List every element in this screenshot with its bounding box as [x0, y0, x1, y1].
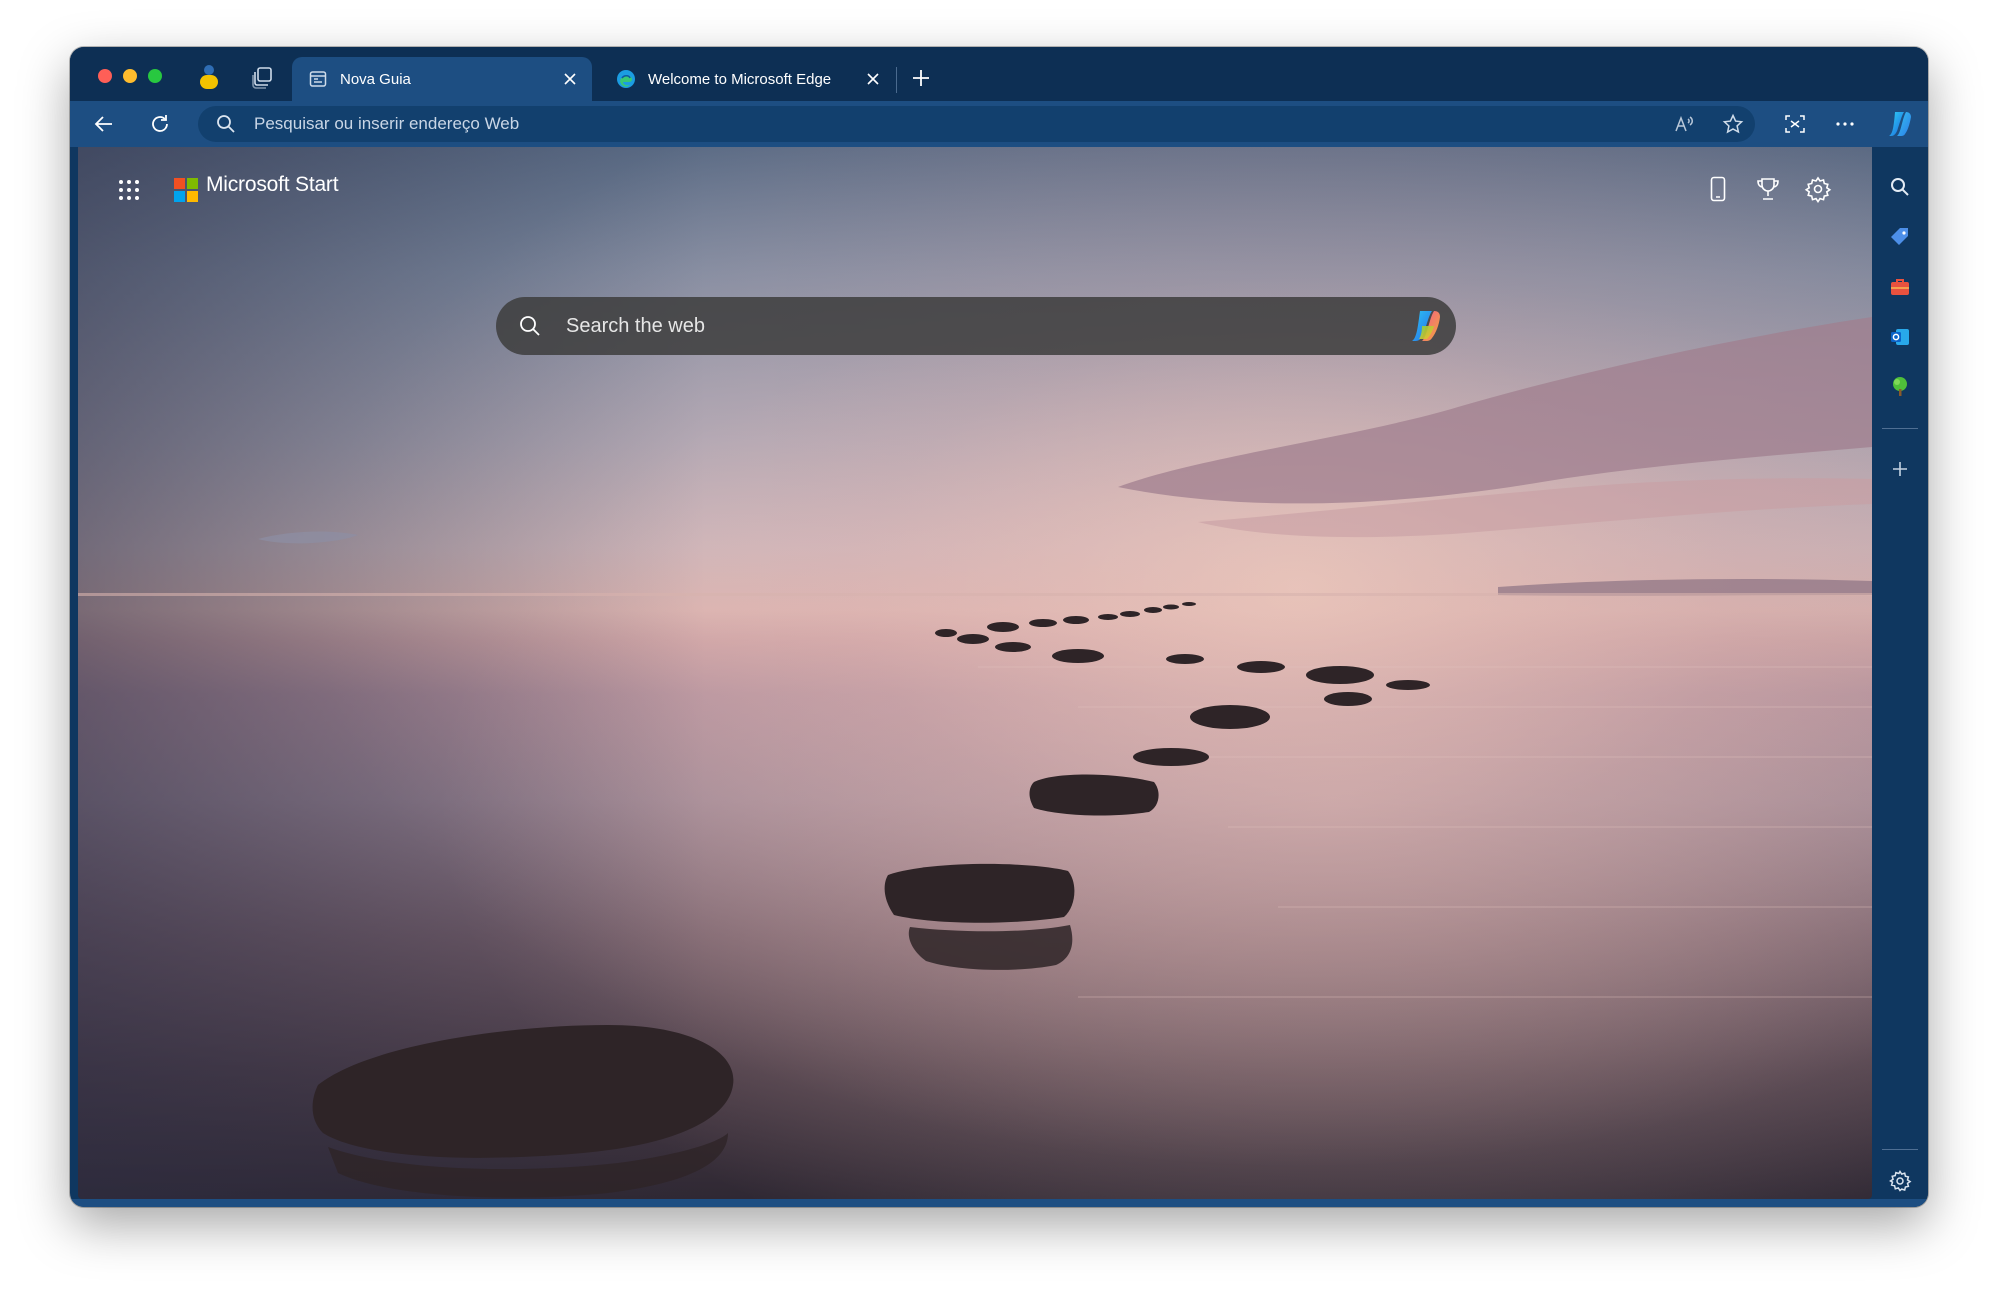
back-arrow-icon[interactable]	[92, 112, 116, 136]
sidebar-divider	[1882, 1149, 1918, 1150]
close-tab-icon[interactable]	[560, 69, 580, 89]
copilot-icon[interactable]	[1886, 110, 1916, 138]
screenshot-icon[interactable]	[1783, 112, 1807, 136]
window-bottom-border	[70, 1199, 1928, 1207]
settings-gear-icon[interactable]	[1888, 1169, 1912, 1193]
new-tab-page-icon	[309, 71, 327, 87]
search-icon	[217, 115, 235, 133]
rewards-trophy-icon[interactable]	[1754, 175, 1782, 203]
tab-separator	[896, 67, 897, 93]
tree-icon[interactable]	[1888, 375, 1912, 399]
mobile-phone-icon[interactable]	[1704, 175, 1732, 203]
address-bar[interactable]: Pesquisar ou inserir endereço Web	[198, 106, 1755, 142]
sidebar-divider	[1882, 428, 1918, 429]
settings-gear-icon[interactable]	[1804, 175, 1832, 203]
outlook-icon[interactable]	[1888, 325, 1912, 349]
window-close-button[interactable]	[98, 69, 112, 83]
read-aloud-icon[interactable]	[1673, 113, 1695, 135]
app-launcher-icon[interactable]	[118, 179, 140, 201]
refresh-icon[interactable]	[148, 112, 172, 136]
tab-welcome[interactable]: Welcome to Microsoft Edge	[600, 57, 895, 101]
tab-label: Nova Guia	[340, 70, 411, 88]
edge-sidebar	[1872, 147, 1928, 1207]
search-icon	[520, 316, 540, 336]
more-options-icon[interactable]	[1833, 112, 1857, 136]
new-tab-page: Microsoft Start Search the web	[78, 147, 1872, 1199]
copilot-icon[interactable]	[1408, 308, 1446, 344]
tools-briefcase-icon[interactable]	[1888, 275, 1912, 299]
tab-new-tab[interactable]: Nova Guia	[292, 57, 592, 101]
favorite-star-icon[interactable]	[1722, 113, 1744, 135]
new-tab-button[interactable]	[908, 65, 934, 91]
profile-icon[interactable]	[198, 63, 220, 89]
navigation-toolbar: Pesquisar ou inserir endereço Web	[70, 101, 1928, 147]
search-icon[interactable]	[1888, 175, 1912, 199]
web-search-box[interactable]: Search the web	[496, 297, 1456, 355]
brand-title[interactable]: Microsoft Start	[206, 173, 339, 197]
edge-logo-icon	[617, 70, 635, 88]
address-input[interactable]: Pesquisar ou inserir endereço Web	[254, 106, 519, 142]
microsoft-logo-icon	[174, 178, 198, 202]
tab-strip: Nova Guia Welcome to Microsoft Edge	[70, 47, 1928, 101]
tab-label: Welcome to Microsoft Edge	[648, 70, 832, 88]
add-icon[interactable]	[1888, 457, 1912, 481]
search-input[interactable]: Search the web	[566, 297, 705, 355]
close-tab-icon[interactable]	[863, 69, 883, 89]
tab-actions-icon[interactable]	[250, 65, 274, 89]
window-minimize-button[interactable]	[123, 69, 137, 83]
browser-window: Nova Guia Welcome to Microsoft Edge Pesq…	[70, 47, 1928, 1207]
window-zoom-button[interactable]	[148, 69, 162, 83]
shopping-tag-icon[interactable]	[1888, 225, 1912, 249]
